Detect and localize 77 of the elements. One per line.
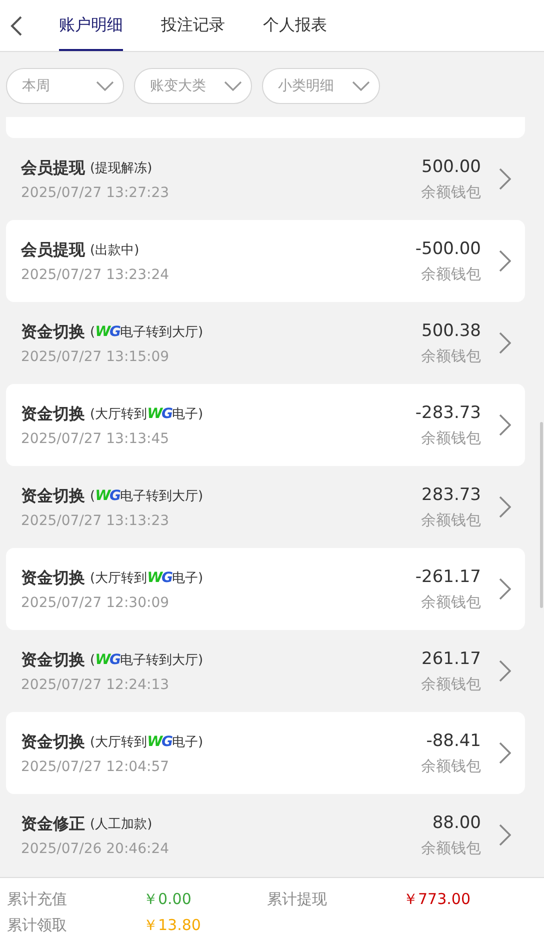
- summary-label: 累计充值: [7, 890, 68, 909]
- summary-value: ￥773.00: [403, 890, 470, 909]
- wallet-label: 余额钱包: [421, 838, 481, 858]
- record-amount: 88.00: [431, 812, 481, 832]
- record-time: 2025/07/27 13:13:23: [21, 512, 170, 528]
- back-icon[interactable]: [9, 14, 23, 36]
- record-amount: 261.17: [421, 648, 481, 668]
- summary-label: 累计提现: [267, 890, 328, 909]
- record-time: 2025/07/27 12:04:57: [21, 758, 170, 774]
- record-note: (大厅转到WG电子): [90, 733, 204, 751]
- record-note: (人工加款): [90, 816, 152, 833]
- wallet-label: 余额钱包: [421, 756, 481, 776]
- wallet-label: 余额钱包: [420, 264, 481, 284]
- chevron-right-icon: [499, 414, 511, 436]
- record-title: 会员提现: [21, 240, 85, 260]
- wallet-label: 余额钱包: [421, 510, 481, 530]
- record-title: 资金切换: [21, 650, 85, 670]
- record-time: 2025/07/27 12:24:13: [21, 676, 170, 692]
- chevron-right-icon: [499, 578, 511, 600]
- record-row[interactable]: 资金切换 (WG电子转到大厅) 2025/07/27 13:13:23 283.73 余额钱包: [6, 466, 525, 548]
- wallet-label: 余额钱包: [420, 592, 481, 612]
- record-row[interactable]: 会员提现 (出款中) 2025/07/27 13:23:24 -500.00 余额钱包: [6, 220, 525, 302]
- record-title: 资金切换: [21, 486, 85, 506]
- scrollbar[interactable]: [540, 422, 543, 608]
- chevron-down-icon: [224, 81, 242, 91]
- record-amount: -88.41: [425, 730, 481, 750]
- tab[interactable]: 个人报表: [263, 0, 327, 51]
- record-amount: 283.73: [421, 484, 481, 504]
- record-time: 2025/07/27 13:15:09: [21, 348, 170, 364]
- wallet-label: 余额钱包: [421, 346, 481, 366]
- record-title: 资金修正: [21, 814, 85, 834]
- wallet-label: 余额钱包: [420, 428, 481, 448]
- record-row[interactable]: 资金修正 (人工加款) 2025/07/26 20:46:24 88.00 余额钱包: [6, 794, 525, 876]
- record-amount: -261.17: [415, 566, 481, 586]
- record-title: 资金切换: [21, 322, 85, 342]
- record-note: (WG电子转到大厅): [90, 323, 204, 341]
- record-title: 资金切换: [21, 732, 85, 752]
- record-time: 2025/07/27 13:23:24: [21, 266, 170, 282]
- record-row[interactable]: 资金切换 (大厅转到WG电子) 2025/07/27 13:13:45 -283.73 余额钱包: [6, 384, 525, 466]
- record-note: (出款中): [90, 242, 140, 259]
- record-row[interactable]: 资金切换 (大厅转到WG电子) 2025/07/27 12:30:09 -261.17 余额钱包: [6, 548, 525, 630]
- chevron-down-icon: [96, 81, 114, 91]
- record-time: 2025/07/27 13:27:23: [21, 184, 170, 200]
- chevron-right-icon: [499, 168, 511, 190]
- record-time: 2025/07/27 12:30:09: [21, 594, 170, 610]
- record-title: 会员提现: [21, 158, 85, 178]
- record-note: (WG电子转到大厅): [90, 651, 204, 669]
- record-row[interactable]: 资金切换 (WG电子转到大厅) 2025/07/27 12:24:13 261.17 余额钱包: [6, 630, 525, 712]
- record-amount: 500.38: [421, 320, 481, 340]
- summary-value: ￥13.80: [143, 916, 201, 935]
- tab[interactable]: 账户明细: [59, 0, 123, 51]
- chevron-right-icon: [499, 332, 511, 354]
- record-amount: -500.00: [415, 238, 481, 258]
- tab[interactable]: 投注记录: [161, 0, 225, 51]
- chevron-right-icon: [499, 824, 511, 846]
- record-row[interactable]: 资金切换 (大厅转到WG电子) 2025/07/27 12:04:57 -88.41 余额钱包: [6, 712, 525, 794]
- record-note: (WG电子转到大厅): [90, 487, 204, 505]
- record-row[interactable]: 资金切换 (WG电子转到大厅) 2025/07/27 13:15:09 500.38 余额钱包: [6, 302, 525, 384]
- record-title: 资金切换: [21, 404, 85, 424]
- record-time: 2025/07/27 13:13:45: [21, 430, 170, 446]
- record-amount: -283.73: [415, 402, 481, 422]
- wallet-label: 余额钱包: [421, 182, 481, 202]
- chevron-right-icon: [499, 660, 511, 682]
- record-row[interactable]: 会员提现 (提现解冻) 2025/07/27 13:27:23 500.00 余额钱包: [6, 138, 525, 220]
- record-title: 资金切换: [21, 568, 85, 588]
- record-note: (大厅转到WG电子): [90, 405, 204, 423]
- summary-label: 累计领取: [7, 916, 68, 935]
- chevron-right-icon: [499, 742, 511, 764]
- record-amount: 500.00: [421, 156, 481, 176]
- record-note: (大厅转到WG电子): [90, 569, 204, 587]
- wallet-label: 余额钱包: [421, 674, 481, 694]
- record-note: (提现解冻): [90, 160, 152, 177]
- record-time: 2025/07/26 20:46:24: [21, 840, 170, 856]
- summary-value: ￥0.00: [143, 890, 192, 909]
- chevron-right-icon: [499, 250, 511, 272]
- chevron-right-icon: [499, 496, 511, 518]
- chevron-down-icon: [352, 81, 370, 91]
